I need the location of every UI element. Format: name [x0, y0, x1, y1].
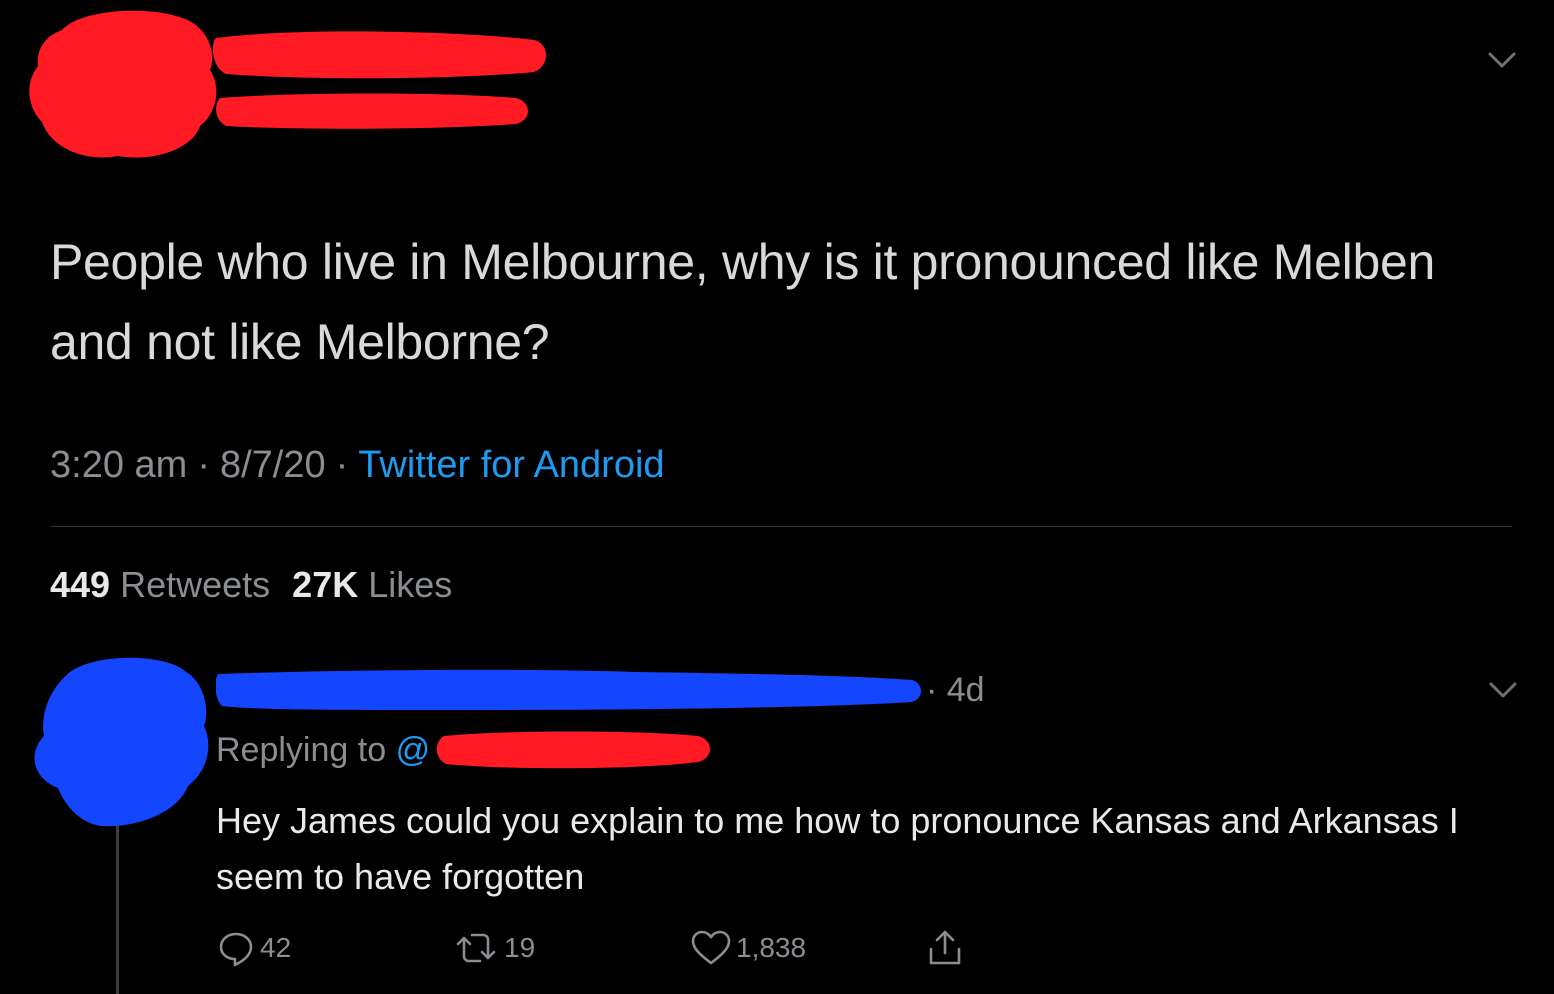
reply-header: · 4d — [216, 668, 1016, 712]
chevron-down-icon[interactable] — [1487, 50, 1517, 70]
retweet-icon — [452, 928, 500, 968]
reply-author-redacted — [216, 668, 926, 712]
replying-to: Replying to @ — [216, 728, 430, 772]
retweet-action[interactable]: 19 — [452, 926, 535, 970]
tweet-date: 8/7/20 — [219, 444, 326, 486]
author-name-redacted — [212, 26, 552, 82]
heart-icon — [690, 928, 732, 968]
likes-stat[interactable]: 27K Likes — [292, 564, 452, 605]
divider — [50, 526, 1512, 527]
share-action[interactable] — [924, 926, 966, 970]
reply-text: Hey James could you explain to me how to… — [216, 800, 1459, 897]
tweet-time: 3:20 am — [50, 444, 188, 486]
tweet-source-link[interactable]: Twitter for Android — [358, 444, 664, 486]
retweet-count: 19 — [504, 932, 536, 963]
tweet-text: People who live in Melbourne, why is it … — [50, 234, 1435, 370]
retweets-label: Retweets — [120, 564, 271, 605]
share-icon — [924, 927, 966, 969]
meta-separator: · — [197, 444, 210, 486]
tweet-meta: 3:20 am · 8/7/20 · Twitter for Android — [50, 440, 665, 490]
reply-time: · 4d — [926, 671, 985, 709]
chevron-down-icon[interactable] — [1488, 680, 1518, 700]
tweet-stats: 449 Retweets 27K Likes — [50, 562, 452, 608]
replying-to-label: Replying to — [216, 731, 387, 769]
author-avatar-redacted — [22, 4, 222, 164]
reply-avatar-redacted — [28, 652, 218, 832]
author-handle-redacted — [214, 90, 534, 132]
reply-action[interactable]: 42 — [216, 926, 291, 970]
like-count: 1,838 — [736, 932, 807, 963]
like-action[interactable]: 1,838 — [690, 926, 806, 970]
thread-line — [116, 820, 119, 994]
replying-to-handle-redacted — [436, 730, 714, 770]
replying-to-handle[interactable]: @ — [396, 731, 431, 769]
retweets-stat[interactable]: 449 Retweets — [50, 564, 270, 605]
comment-icon — [216, 928, 256, 968]
retweets-count: 449 — [50, 564, 111, 605]
meta-separator: · — [335, 444, 349, 486]
likes-count: 27K — [292, 564, 359, 605]
reply-count: 42 — [260, 932, 292, 963]
likes-label: Likes — [368, 564, 453, 605]
